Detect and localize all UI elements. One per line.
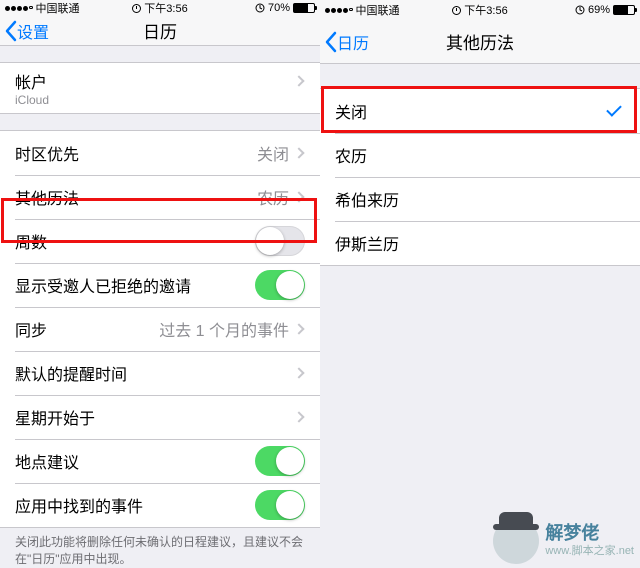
chevron-right-icon: [293, 324, 304, 335]
chevron-right-icon: [293, 192, 304, 203]
alarm-icon: [452, 6, 461, 15]
row-default-alert[interactable]: 默认的提醒时间: [0, 351, 320, 395]
option-label: 农历: [335, 143, 625, 167]
checkmark-icon: [606, 101, 622, 117]
alarm-icon: [132, 4, 141, 13]
status-time: 下午3:56: [144, 0, 187, 16]
status-time: 下午3:56: [464, 2, 507, 18]
battery-percent: 69%: [588, 4, 610, 16]
back-button[interactable]: 设置: [0, 19, 49, 43]
row-label: 默认的提醒时间: [15, 361, 295, 385]
watermark-logo-icon: [493, 518, 539, 564]
nav-bar: 设置 日历: [0, 16, 320, 46]
toggle-switch[interactable]: [255, 446, 305, 476]
row-show-declined[interactable]: 显示受邀人已拒绝的邀请: [0, 263, 320, 307]
signal-strength-icon: [325, 8, 353, 13]
option-label: 关闭: [335, 99, 607, 123]
toggle-switch[interactable]: [255, 226, 305, 256]
chevron-right-icon: [293, 148, 304, 159]
chevron-left-icon: [4, 20, 17, 42]
row-sublabel: iCloud: [15, 93, 49, 107]
row-label: 时区优先: [15, 141, 257, 165]
nav-bar: 日历 其他历法: [320, 20, 640, 64]
rotation-lock-icon: [255, 3, 265, 13]
battery-icon: [293, 3, 315, 13]
carrier-label: 中国联通: [356, 2, 400, 18]
row-sync[interactable]: 同步 过去 1 个月的事件: [0, 307, 320, 351]
status-bar: 中国联通 下午3:56 70%: [0, 0, 320, 16]
chevron-right-icon: [293, 368, 304, 379]
watermark-subtext: www.脚本之家.net: [545, 542, 634, 558]
row-value: 过去 1 个月的事件: [159, 317, 289, 341]
row-label: 帐户: [15, 69, 295, 93]
footer-note: 关闭此功能将删除任何未确认的日程建议，且建议不会在"日历"应用中出现。: [0, 528, 320, 568]
chevron-left-icon: [324, 31, 337, 53]
row-label: 显示受邀人已拒绝的邀请: [15, 273, 255, 297]
row-label: 同步: [15, 317, 159, 341]
row-alternate-calendars[interactable]: 其他历法 农历: [0, 175, 320, 219]
chevron-right-icon: [293, 412, 304, 423]
row-accounts[interactable]: 帐户 iCloud: [0, 63, 320, 113]
toggle-switch[interactable]: [255, 270, 305, 300]
watermark-text: 解梦佬: [545, 524, 634, 542]
carrier-label: 中国联通: [36, 0, 80, 16]
option-hebrew[interactable]: 希伯来历: [320, 177, 640, 221]
option-off[interactable]: 关闭: [320, 89, 640, 133]
row-label: 星期开始于: [15, 405, 295, 429]
option-label: 伊斯兰历: [335, 231, 625, 255]
screen-alternate-calendars: 中国联通 下午3:56 69% 日历 其他历法 关闭 农历 希伯来历: [320, 0, 640, 568]
row-week-start[interactable]: 星期开始于: [0, 395, 320, 439]
row-label: 其他历法: [15, 185, 257, 209]
chevron-right-icon: [293, 76, 304, 87]
toggle-switch[interactable]: [255, 490, 305, 520]
row-location-suggestions[interactable]: 地点建议: [0, 439, 320, 483]
row-label: 地点建议: [15, 449, 255, 473]
battery-percent: 70%: [268, 2, 290, 14]
row-label: 应用中找到的事件: [15, 493, 255, 517]
signal-strength-icon: [5, 6, 33, 11]
back-button[interactable]: 日历: [320, 30, 369, 54]
row-week-numbers[interactable]: 周数: [0, 219, 320, 263]
battery-icon: [613, 5, 635, 15]
row-label: 周数: [15, 229, 255, 253]
option-islamic[interactable]: 伊斯兰历: [320, 221, 640, 265]
back-label: 设置: [17, 19, 49, 43]
watermark: 解梦佬 www.脚本之家.net: [493, 518, 634, 564]
row-timezone-override[interactable]: 时区优先 关闭: [0, 131, 320, 175]
screen-calendar-settings: 中国联通 下午3:56 70% 设置 日历 帐户 iCloud: [0, 0, 320, 568]
row-value: 关闭: [257, 141, 289, 165]
status-bar: 中国联通 下午3:56 69%: [320, 0, 640, 20]
row-value: 农历: [257, 185, 289, 209]
rotation-lock-icon: [575, 5, 585, 15]
row-events-found-in-apps[interactable]: 应用中找到的事件: [0, 483, 320, 527]
option-label: 希伯来历: [335, 187, 625, 211]
back-label: 日历: [337, 30, 369, 54]
option-lunar[interactable]: 农历: [320, 133, 640, 177]
